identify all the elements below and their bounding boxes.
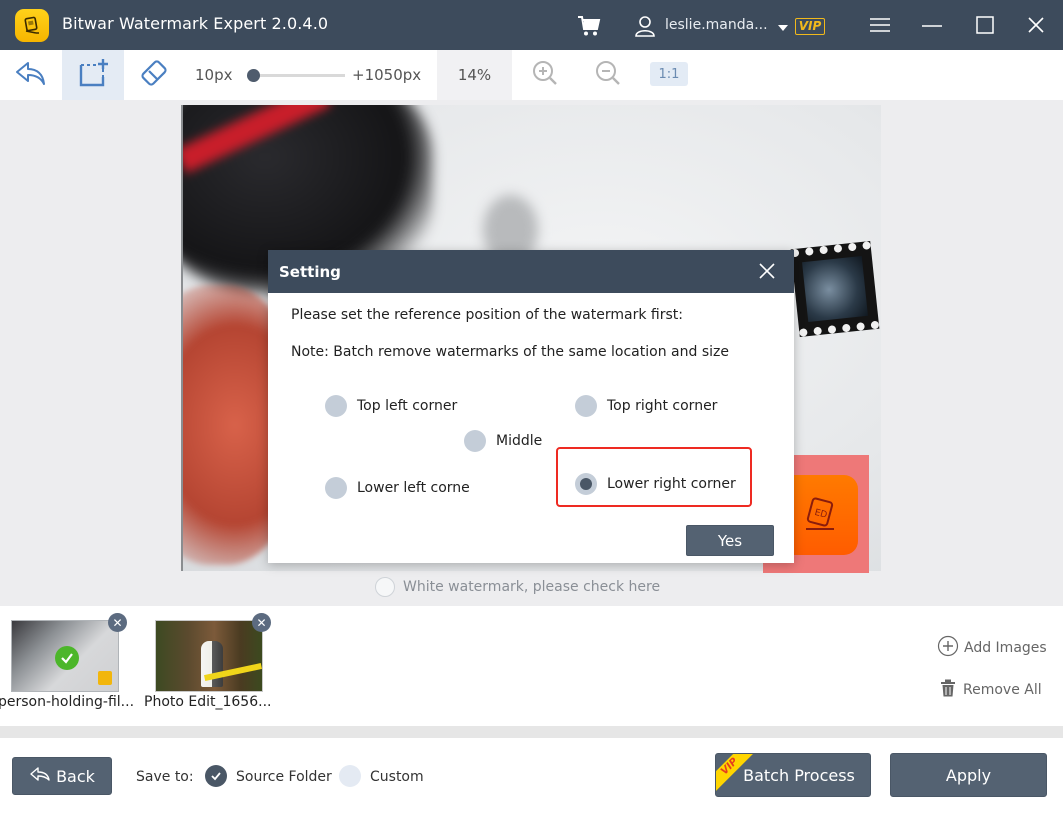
rectangle-select-button[interactable] (62, 50, 124, 100)
radio-middle[interactable] (464, 430, 486, 452)
radio-lower-right[interactable] (575, 473, 597, 495)
bottom-bar: Back Save to: Source Folder Custom VIP B… (0, 738, 1063, 813)
thumbnail-watermark (98, 671, 112, 685)
remove-thumbnail-icon[interactable]: ✕ (108, 613, 127, 632)
back-button[interactable]: Back (12, 757, 112, 795)
remove-all-button[interactable]: Remove All (940, 679, 1042, 701)
radio-top-left[interactable] (325, 395, 347, 417)
option-label: Top right corner (607, 398, 718, 414)
batch-process-label: Batch Process (743, 765, 855, 785)
add-circle-icon (937, 635, 959, 661)
setting-dialog: Setting Please set the reference positio… (268, 250, 794, 563)
thumbnail-name: person-holding-fil... (0, 694, 135, 710)
trash-icon (940, 679, 956, 701)
back-label: Back (56, 766, 95, 786)
undo-icon (14, 59, 48, 91)
dialog-header: Setting (268, 250, 794, 293)
zoom-in-button[interactable] (527, 50, 563, 100)
username[interactable]: leslie.manda... (665, 17, 768, 33)
thumbnail-strip: ✕ person-holding-fil... ✕ Photo Edit_165… (0, 606, 1063, 726)
zoom-in-icon (531, 59, 559, 91)
dialog-note: Note: Batch remove watermarks of the sam… (291, 344, 729, 360)
position-option-lower-left[interactable]: Lower left corne (325, 477, 470, 499)
maximize-icon[interactable] (972, 12, 998, 38)
actual-size-button[interactable]: 1:1 (650, 62, 688, 86)
rectangle-select-icon (77, 57, 109, 93)
toolbar: 10px +1050px 14% 1:1 (0, 50, 1063, 100)
option-label: Lower right corner (607, 476, 736, 492)
divider (0, 726, 1063, 738)
vip-badge: VIP (795, 18, 825, 35)
close-icon[interactable] (1023, 12, 1049, 38)
option-label: Lower left corne (357, 480, 470, 496)
batch-process-button[interactable]: VIP Batch Process (715, 753, 871, 797)
user-icon[interactable] (633, 14, 657, 38)
thumbnail-item[interactable] (11, 620, 119, 692)
remove-thumbnail-icon[interactable]: ✕ (252, 613, 271, 632)
option-label: Top left corner (357, 398, 458, 414)
dialog-title: Setting (279, 263, 341, 281)
minimize-icon[interactable] (919, 12, 945, 38)
yes-button[interactable]: Yes (686, 525, 774, 556)
undo-button[interactable] (0, 50, 62, 100)
thumbnail-item[interactable] (155, 620, 263, 692)
zoom-level: 14% (437, 50, 512, 100)
dialog-instruction: Please set the reference position of the… (291, 307, 683, 323)
white-watermark-label: White watermark, please check here (403, 579, 661, 595)
dialog-close-icon[interactable] (756, 260, 778, 282)
remove-all-label: Remove All (963, 682, 1042, 698)
eraser-icon (139, 57, 171, 93)
add-images-button[interactable]: Add Images (937, 635, 1047, 661)
custom-folder-radio[interactable] (339, 765, 361, 787)
zoom-out-button[interactable] (590, 50, 626, 100)
position-option-middle[interactable]: Middle (464, 430, 542, 452)
source-folder-radio[interactable] (205, 765, 227, 787)
processed-check-icon (55, 646, 79, 670)
brush-size-slider[interactable] (253, 74, 345, 77)
radio-lower-left[interactable] (325, 477, 347, 499)
brush-size-min: 10px (195, 66, 233, 84)
position-option-top-right[interactable]: Top right corner (575, 395, 717, 417)
title-bar: Bitwar Watermark Expert 2.0.4.0 leslie.m… (0, 0, 1063, 50)
eraser-tool-button[interactable] (124, 50, 186, 100)
add-images-label: Add Images (964, 640, 1047, 656)
account-dropdown-icon[interactable] (778, 25, 788, 31)
apply-button[interactable]: Apply (890, 753, 1047, 797)
app-logo-icon (15, 9, 49, 42)
white-watermark-checkbox[interactable] (375, 577, 395, 597)
thumbnail-name: Photo Edit_1656... (144, 694, 272, 710)
save-to-label: Save to: (136, 769, 194, 785)
svg-text:ED: ED (813, 508, 828, 521)
radio-top-right[interactable] (575, 395, 597, 417)
source-folder-label[interactable]: Source Folder (236, 769, 332, 785)
image-film-strip (790, 241, 880, 337)
white-watermark-option[interactable]: White watermark, please check here (375, 577, 660, 597)
cart-icon[interactable] (576, 14, 602, 38)
custom-folder-label[interactable]: Custom (370, 769, 424, 785)
brush-size-slider-handle[interactable] (247, 69, 260, 82)
zoom-out-icon (594, 59, 622, 91)
brush-size-max: +1050px (352, 66, 422, 84)
back-arrow-icon (29, 766, 51, 786)
hamburger-menu-icon[interactable] (867, 12, 893, 38)
image-film-frame (802, 256, 868, 322)
position-option-top-left[interactable]: Top left corner (325, 395, 457, 417)
app-title: Bitwar Watermark Expert 2.0.4.0 (62, 14, 329, 33)
option-label: Middle (496, 433, 543, 449)
position-option-lower-right[interactable]: Lower right corner (575, 473, 736, 495)
